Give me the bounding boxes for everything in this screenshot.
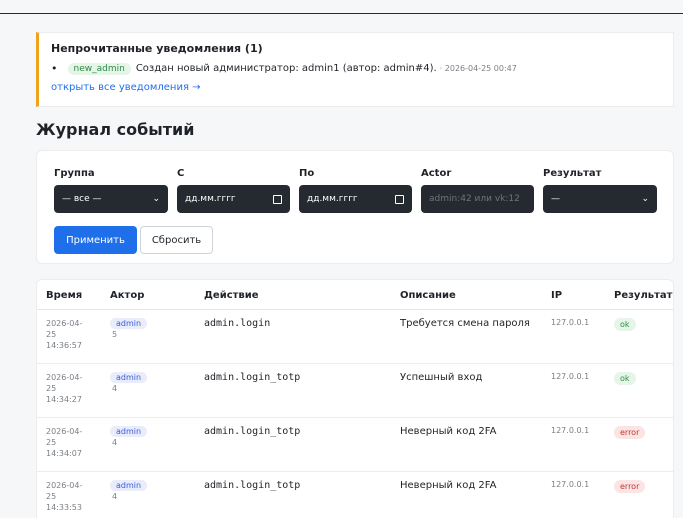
notification-tag: new_admin xyxy=(67,62,131,75)
notifications-title: Непрочитанные уведомления (1) xyxy=(51,42,263,55)
time-clock-part: 14:36:57 xyxy=(46,341,82,350)
actor-id: 5 xyxy=(112,330,118,339)
time-cell: 2026-04- 25 14:36:57 xyxy=(46,318,86,351)
action-cell: admin.login_totp xyxy=(204,426,301,437)
actor-cell: admin 4 xyxy=(110,372,150,393)
action-cell: admin.login_totp xyxy=(204,372,301,383)
time-clock-part: 14:34:27 xyxy=(46,395,82,404)
table-row: 2026-04- 25 14:34:27 admin 4 admin.login… xyxy=(37,364,673,418)
group-select-value: — все — xyxy=(62,194,102,204)
header-actor: Актор xyxy=(110,290,145,301)
time-date-part: 2026-04- xyxy=(46,319,83,328)
actor-badge: admin xyxy=(110,318,148,329)
calendar-icon[interactable] xyxy=(395,194,404,204)
actor-badge: admin xyxy=(110,372,148,383)
time-day-part: 25 xyxy=(46,330,57,339)
result-cell: error xyxy=(614,426,646,439)
from-label: С xyxy=(177,168,185,179)
top-divider xyxy=(0,13,683,14)
notifications-panel: Непрочитанные уведомления (1) • new_admi… xyxy=(36,32,674,107)
chevron-down-icon: ⌄ xyxy=(152,194,160,204)
time-cell: 2026-04- 25 14:34:27 xyxy=(46,372,86,405)
result-cell: ok xyxy=(614,318,636,331)
filters-panel: Группа — все — ⌄ С дд.мм.гггг По дд.мм.г… xyxy=(36,150,674,264)
status-badge: error xyxy=(614,480,646,493)
description-cell: Успешный вход xyxy=(400,372,483,383)
time-day-part: 25 xyxy=(46,438,57,447)
table-row: 2026-04- 25 14:34:07 admin 4 admin.login… xyxy=(37,418,673,472)
reset-button[interactable]: Сбросить xyxy=(140,226,213,254)
group-select[interactable]: — все — ⌄ xyxy=(54,185,168,213)
description-cell: Требуется смена пароля xyxy=(400,318,530,329)
notification-item: • new_admin Создан новый администратор: … xyxy=(51,62,661,75)
result-cell: error xyxy=(614,480,646,493)
header-result: Результат xyxy=(614,290,673,301)
page-title: Журнал событий xyxy=(36,120,195,139)
actor-cell: admin 4 xyxy=(110,426,150,447)
actor-input-placeholder: admin:42 или vk:12 xyxy=(429,194,520,204)
result-label: Результат xyxy=(543,168,602,179)
to-label: По xyxy=(299,168,315,179)
time-day-part: 25 xyxy=(46,384,57,393)
result-select-value: — xyxy=(551,194,560,204)
ip-cell: 127.0.0.1 xyxy=(551,372,590,381)
table-row: 2026-04- 25 14:36:57 admin 5 admin.login… xyxy=(37,310,673,364)
result-select[interactable]: — ⌄ xyxy=(543,185,657,213)
apply-button[interactable]: Применить xyxy=(54,226,137,254)
chevron-down-icon: ⌄ xyxy=(641,194,649,204)
status-badge: error xyxy=(614,426,646,439)
time-day-part: 25 xyxy=(46,492,57,501)
actor-badge: admin xyxy=(110,480,148,491)
notification-text: Создан новый администратор: admin1 (авто… xyxy=(135,63,437,74)
header-time: Время xyxy=(46,290,83,301)
to-date-value: дд.мм.гггг xyxy=(307,194,358,204)
time-date-part: 2026-04- xyxy=(46,481,83,490)
time-cell: 2026-04- 25 14:33:53 xyxy=(46,480,86,513)
calendar-icon[interactable] xyxy=(273,194,282,204)
actor-input[interactable]: admin:42 или vk:12 xyxy=(421,185,534,213)
bullet-icon: • xyxy=(51,62,58,75)
time-date-part: 2026-04- xyxy=(46,373,83,382)
time-date-part: 2026-04- xyxy=(46,427,83,436)
header-action: Действие xyxy=(204,290,259,301)
actor-badge: admin xyxy=(110,426,148,437)
status-badge: ok xyxy=(614,318,636,331)
actor-id: 4 xyxy=(112,438,118,447)
status-badge: ok xyxy=(614,372,636,385)
description-cell: Неверный код 2FA xyxy=(400,480,497,491)
ip-cell: 127.0.0.1 xyxy=(551,426,590,435)
action-cell: admin.login_totp xyxy=(204,480,301,491)
actor-label: Actor xyxy=(421,168,452,179)
group-label: Группа xyxy=(54,168,95,179)
notification-date: · 2026-04-25 00:47 xyxy=(439,64,517,73)
result-cell: ok xyxy=(614,372,636,385)
actor-id: 4 xyxy=(112,492,118,501)
events-table: Время Актор Действие Описание IP Результ… xyxy=(36,279,674,518)
actor-cell: admin 4 xyxy=(110,480,150,501)
description-cell: Неверный код 2FA xyxy=(400,426,497,437)
time-clock-part: 14:34:07 xyxy=(46,449,82,458)
to-date-input[interactable]: дд.мм.гггг xyxy=(299,185,412,213)
actor-cell: admin 5 xyxy=(110,318,150,339)
actor-id: 4 xyxy=(112,384,118,393)
time-cell: 2026-04- 25 14:34:07 xyxy=(46,426,86,459)
ip-cell: 127.0.0.1 xyxy=(551,318,590,327)
time-clock-part: 14:33:53 xyxy=(46,503,82,512)
from-date-input[interactable]: дд.мм.гггг xyxy=(177,185,290,213)
open-all-notifications-link[interactable]: открыть все уведомления → xyxy=(51,82,201,93)
from-date-value: дд.мм.гггг xyxy=(185,194,236,204)
table-row: 2026-04- 25 14:33:53 admin 4 admin.login… xyxy=(37,472,673,518)
header-description: Описание xyxy=(400,290,456,301)
action-cell: admin.login xyxy=(204,318,271,329)
header-ip: IP xyxy=(551,290,563,301)
ip-cell: 127.0.0.1 xyxy=(551,480,590,489)
